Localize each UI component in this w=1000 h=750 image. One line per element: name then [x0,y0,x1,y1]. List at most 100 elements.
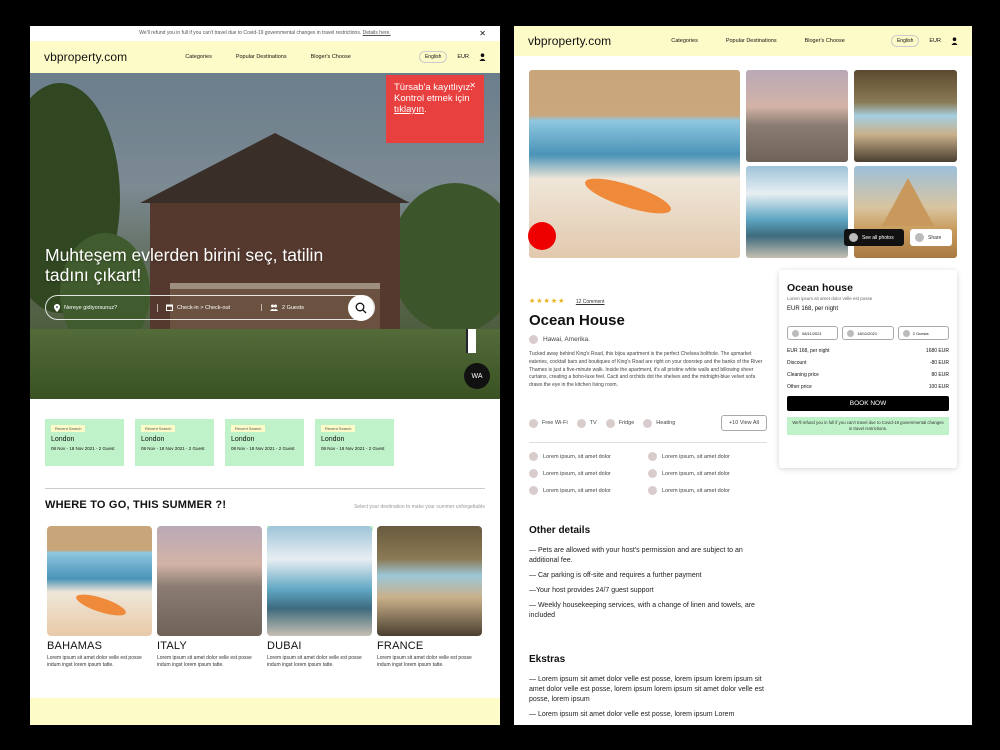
search-button[interactable] [348,295,374,321]
nav-link-categories[interactable]: Categories [185,54,212,60]
feature-label: Lorem ipsum, sit amet dolor [662,487,730,494]
price-value: 1680 EUR [925,348,949,354]
calendar-icon [792,329,799,337]
destination-image [267,526,372,636]
see-all-label: See all photos [862,234,894,241]
dates-placeholder: Check-in > Check-out [177,304,231,311]
listing-title: Ocean House [529,312,625,329]
currency-selector[interactable]: EUR [929,38,941,44]
top-nav: vbproperty.com Categories Popular Destin… [30,41,500,73]
gallery-image[interactable] [746,70,848,162]
user-icon[interactable] [479,53,486,61]
nav-link-popular-destinations[interactable]: Popular Destinations [236,54,287,60]
destination-name: ITALY [157,640,187,652]
whatsapp-button[interactable]: WA [464,363,490,389]
feature-icon [529,486,538,495]
amenity-label: Fridge [618,420,635,426]
features-list: Lorem ipsum, sit amet dolor Lorem ipsum,… [529,452,767,495]
recent-search-card[interactable]: Recent Search London 08 Nov - 18 Nov 202… [45,419,124,466]
language-selector[interactable]: English [890,35,920,47]
book-now-button[interactable]: BOOK NOW [787,396,949,411]
recent-search-card[interactable]: Recent Search London 08 Nov - 18 Nov 202… [225,419,304,466]
location-pin-icon [54,303,60,312]
amenity-tv: TV [576,418,597,428]
checkout-value: 18/11/2021 [857,330,878,336]
destination-card-dubai[interactable]: DUBAI Lorem ipsum sit amet dolor velle e… [267,526,372,669]
price-label: Cleaning price [787,372,819,378]
price-value: 80 EUR [931,372,949,378]
gallery-main-image[interactable] [529,70,740,258]
tv-icon [576,418,586,428]
user-icon[interactable] [951,37,958,45]
close-icon[interactable]: ✕ [469,80,476,91]
recent-search-details: 08 Nov - 18 Nov 2021 - 2 Guest [141,446,205,451]
nav-link-categories[interactable]: Categories [671,38,698,44]
price-row: Other price 100 EUR [787,384,949,390]
recent-search-badge: Recent Search [231,425,266,432]
guests-field[interactable]: 2 Guests [262,304,304,311]
site-logo[interactable]: vbproperty.com [44,50,127,64]
language-selector[interactable]: English [418,51,448,63]
calendar-icon [166,304,173,311]
price-value: 100 EUR [928,384,949,390]
hero-headline: Muhteşem evlerden birini seç, tatilin ta… [45,245,324,285]
dates-field[interactable]: Check-in > Check-out [158,304,262,311]
location-placeholder: Nereye gidiyorsunuz? [64,304,118,311]
toast-link[interactable]: tıklayın [394,104,424,115]
ekstra-item: — Lorem ipsum sit amet dolor velle est p… [529,676,764,703]
nav-link-blogers-choose[interactable]: Bloger's Choose [311,54,351,60]
guests-field[interactable]: 2 Guests [897,326,949,340]
price-value: -80 EUR [929,360,949,366]
close-icon[interactable]: ✕ [479,26,486,41]
other-details-title: Other details [529,525,591,536]
feature-label: Lorem ipsum, sit amet dolor [543,470,611,477]
covid-banner-text: We'll refund you in full if you can't tr… [139,30,362,36]
checkout-field[interactable]: 18/11/2021 [842,326,894,340]
ekstra-item: — Lorem ipsum sit amet dolor velle est p… [529,711,735,718]
recent-search-city: London [141,436,165,443]
booking-subtitle: Lorem ipsum sit amet dolor velle est pos… [787,296,873,301]
share-button[interactable]: Share [910,229,952,246]
checkin-field[interactable]: 08/11/2021 [787,326,839,340]
feature-label: Lorem ipsum, sit amet dolor [662,453,730,460]
home-page-screen: We'll refund you in full if you can't tr… [30,26,500,725]
destination-card-bahamas[interactable]: BAHAMAS Lorem ipsum sit amet dolor velle… [47,526,152,669]
nav-link-popular-destinations[interactable]: Popular Destinations [726,38,777,44]
recent-search-card[interactable]: Recent Search London 08 Nov - 18 Nov 202… [315,419,394,466]
location-field[interactable]: Nereye gidiyorsunuz? [46,303,158,312]
price-label: Other price [787,384,812,390]
recent-search-details: 08 Nov - 18 Nov 2021 - 2 Guest [231,446,295,451]
photos-icon [849,233,858,242]
covid-details-link[interactable]: Details here. [363,30,391,36]
other-detail-item: — Car parking is off-site and requires a… [529,572,702,579]
comments-link[interactable]: 12 Comment [576,299,605,305]
flag-image [466,329,476,353]
destination-desc: Lorem ipsum sit amet dolor velle est pos… [377,655,472,668]
price-row: EUR 168, per night 1680 EUR [787,348,949,354]
toast-suffix: . [424,104,427,115]
nav-link-blogers-choose[interactable]: Bloger's Choose [805,38,845,44]
destination-card-france[interactable]: FRANCE Lorem ipsum sit amet dolor velle … [377,526,482,669]
currency-selector[interactable]: EUR [457,54,469,60]
price-label: Discount [787,360,807,366]
top-nav: vbproperty.com Categories Popular Destin… [514,26,972,56]
destination-image [377,526,482,636]
guests-value: 2 Guests [282,304,305,311]
location-icon [529,335,538,344]
destination-image [47,526,152,636]
recent-search-card[interactable]: Recent Search London 08 Nov - 18 Nov 202… [135,419,214,466]
price-row: Cleaning price 80 EUR [787,372,949,378]
feature-item: Lorem ipsum, sit amet dolor [648,452,767,461]
feature-icon [648,486,657,495]
view-all-amenities-button[interactable]: +10 View All [720,415,767,431]
site-logo[interactable]: vbproperty.com [528,34,611,48]
destination-card-italy[interactable]: ITALY Lorem ipsum sit amet dolor velle e… [157,526,262,669]
gallery-image[interactable] [746,166,848,258]
destinations-list: BAHAMAS Lorem ipsum sit amet dolor velle… [30,511,500,669]
section-divider [529,442,767,443]
amenities-row: Free Wi-Fi TV Fridge Heating +10 View Al… [529,415,767,431]
see-all-photos-button[interactable]: See all photos [844,229,904,246]
fridge-icon [605,418,615,428]
gallery-image[interactable] [854,70,957,162]
listing-info: ★★★★★ 12 Comment Ocean House Hawai, Amer… [529,290,767,390]
